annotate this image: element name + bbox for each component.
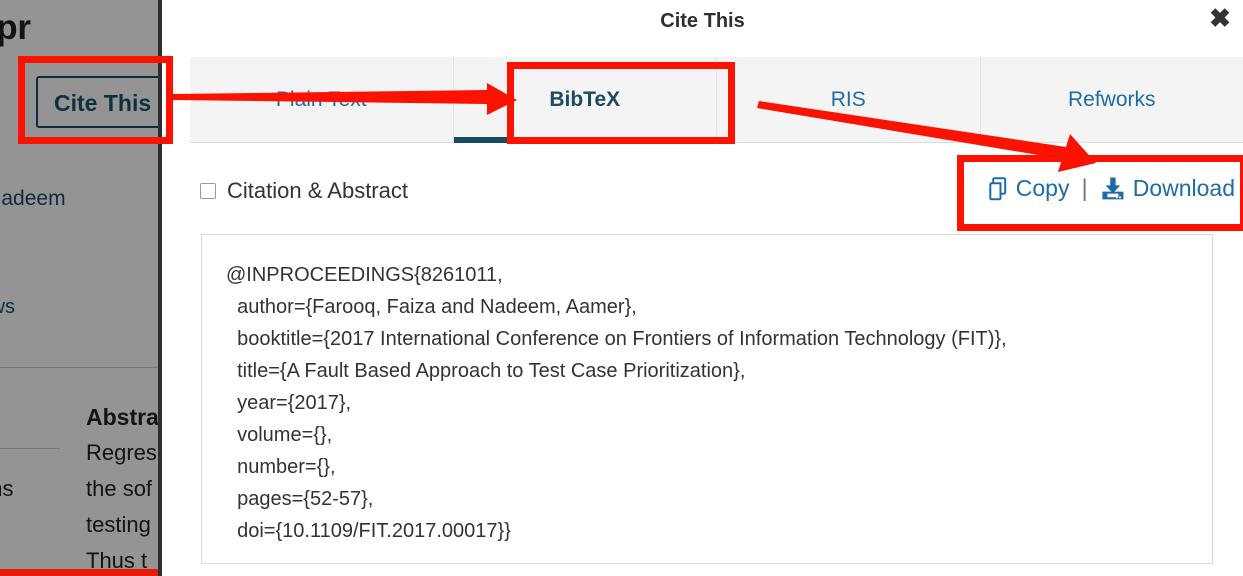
citation-line: booktitle={2017 International Conference… bbox=[226, 328, 1007, 350]
citation-actions: Copy | Download bbox=[987, 175, 1235, 202]
citation-format-tabs: Plain Text BibTeX RIS Refworks bbox=[190, 57, 1243, 143]
tab-label: Plain Text bbox=[275, 87, 367, 111]
background-metrics-label: ons bbox=[0, 476, 14, 501]
bottom-red-bar bbox=[0, 569, 158, 576]
copy-icon bbox=[987, 176, 1009, 201]
citation-line: doi={10.1109/FIT.2017.00017}} bbox=[226, 520, 511, 542]
citation-abstract-checkbox-row[interactable]: Citation & Abstract bbox=[200, 178, 408, 204]
tab-label: Refworks bbox=[1067, 87, 1156, 111]
download-button[interactable]: Download bbox=[1100, 175, 1235, 202]
citation-line: author={Farooq, Faiza and Nadeem, Aamer}… bbox=[226, 296, 637, 318]
tab-refworks[interactable]: Refworks bbox=[980, 57, 1243, 142]
citation-line: volume={}, bbox=[226, 424, 333, 446]
background-abstract-line: Regres bbox=[86, 440, 157, 465]
action-separator: | bbox=[1081, 174, 1088, 202]
background-divider-1 bbox=[0, 367, 162, 368]
background-views-label: Views bbox=[0, 296, 15, 318]
background-page-title: sed Appr bbox=[0, 8, 31, 47]
citation-line: pages={52-57}, bbox=[226, 488, 374, 510]
background-abstract-line: testing bbox=[86, 512, 151, 537]
background-abstract-line: the sof bbox=[86, 476, 153, 501]
screenshot-root: sed Appr Cite This her Nadeem Views ons … bbox=[0, 0, 1243, 576]
citation-line: number={}, bbox=[226, 456, 336, 478]
tab-label: BibTeX bbox=[549, 87, 621, 111]
background-cite-this-button[interactable]: Cite This bbox=[36, 76, 162, 128]
citation-abstract-checkbox[interactable] bbox=[200, 183, 216, 199]
citation-text-box[interactable]: @INPROCEEDINGS{8261011, author={Farooq, … bbox=[201, 234, 1213, 564]
cite-this-modal: Cite This ✖ Plain Text BibTeX RIS Refwor… bbox=[162, 0, 1243, 576]
tab-ris[interactable]: RIS bbox=[717, 57, 981, 142]
close-icon[interactable]: ✖ bbox=[1202, 0, 1238, 36]
background-divider-2 bbox=[0, 448, 60, 449]
citation-line: title={A Fault Based Approach to Test Ca… bbox=[226, 360, 746, 382]
tab-plain-text[interactable]: Plain Text bbox=[190, 57, 454, 142]
download-label: Download bbox=[1132, 175, 1235, 201]
background-abstract-heading: Abstra bbox=[86, 404, 159, 430]
background-page: sed Appr Cite This her Nadeem Views ons … bbox=[0, 0, 162, 576]
background-cite-this-label: Cite This bbox=[54, 90, 152, 116]
citation-abstract-label: Citation & Abstract bbox=[227, 178, 408, 203]
tab-label: RIS bbox=[830, 87, 866, 111]
background-page-content: sed Appr Cite This her Nadeem Views ons … bbox=[0, 0, 162, 576]
copy-button[interactable]: Copy bbox=[987, 175, 1070, 202]
copy-label: Copy bbox=[1015, 175, 1070, 201]
download-icon bbox=[1100, 176, 1126, 201]
modal-title: Cite This bbox=[660, 10, 745, 32]
background-authors: her Nadeem bbox=[0, 187, 66, 210]
citation-line: year={2017}, bbox=[226, 392, 352, 414]
citation-line: @INPROCEEDINGS{8261011, bbox=[226, 264, 503, 286]
tab-bibtex[interactable]: BibTeX bbox=[453, 57, 717, 143]
